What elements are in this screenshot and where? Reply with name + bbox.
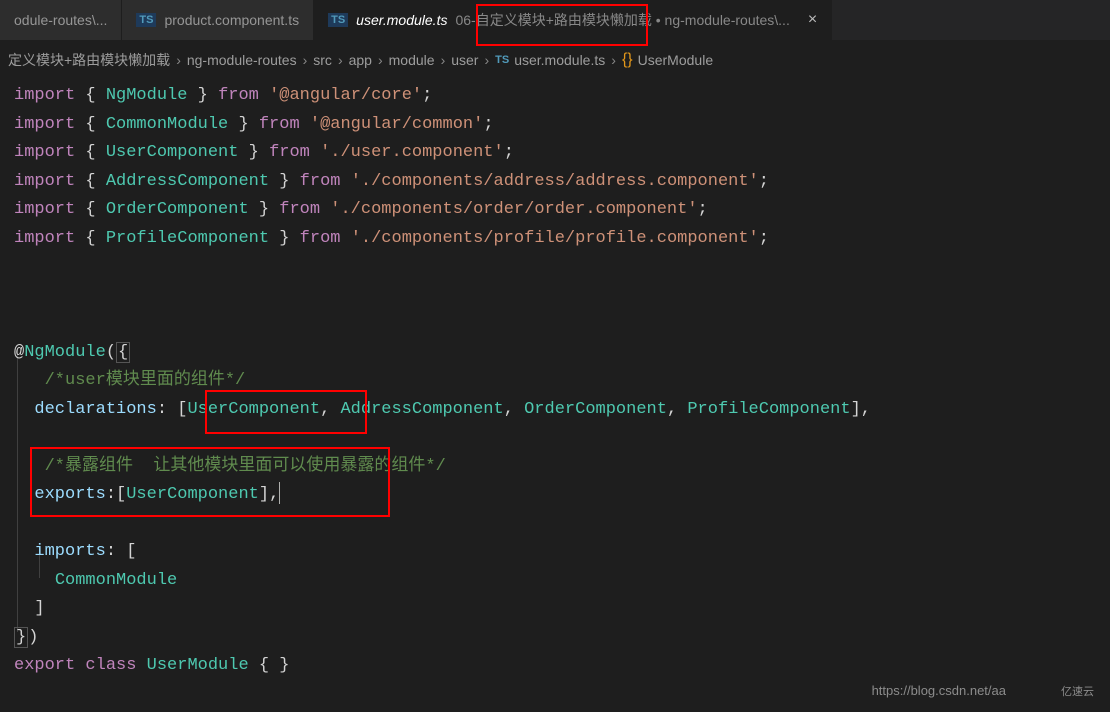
chevron-right-icon: › bbox=[176, 52, 181, 68]
crumb[interactable]: 定义模块+路由模块懒加载 bbox=[8, 50, 170, 70]
code-line: import { NgModule } from '@angular/core'… bbox=[14, 82, 1096, 111]
code-line: /*user模块里面的组件*/ bbox=[14, 367, 1096, 396]
crumb-file[interactable]: TSuser.module.ts bbox=[495, 52, 605, 68]
code-line: exports:[UserComponent], bbox=[14, 481, 1096, 510]
class-icon: {} bbox=[622, 51, 633, 69]
chevron-right-icon: › bbox=[484, 52, 489, 68]
crumb[interactable]: src bbox=[313, 52, 332, 68]
crumb[interactable]: app bbox=[349, 52, 372, 68]
code-line: imports: [ bbox=[14, 538, 1096, 567]
crumb[interactable]: ng-module-routes bbox=[187, 52, 297, 68]
crumb-symbol[interactable]: {}UserModule bbox=[622, 51, 713, 69]
watermark-brand: 亿速云 bbox=[1061, 683, 1094, 699]
chevron-right-icon: › bbox=[441, 52, 446, 68]
chevron-right-icon: › bbox=[378, 52, 383, 68]
code-line: import { AddressComponent } from './comp… bbox=[14, 168, 1096, 197]
crumb[interactable]: user bbox=[451, 52, 478, 68]
editor[interactable]: import { NgModule } from '@angular/core'… bbox=[0, 74, 1110, 689]
code-line: CommonModule bbox=[14, 567, 1096, 596]
watermark-text: https://blog.csdn.net/aa bbox=[872, 683, 1006, 698]
breadcrumb[interactable]: 定义模块+路由模块懒加载 › ng-module-routes › src › … bbox=[0, 46, 1110, 74]
crumb[interactable]: module bbox=[389, 52, 435, 68]
chevron-right-icon: › bbox=[611, 52, 616, 68]
code-line: ] bbox=[14, 595, 1096, 624]
chevron-right-icon: › bbox=[338, 52, 343, 68]
code-line: @NgModule({ bbox=[14, 339, 1096, 368]
code-line: declarations: [UserComponent, AddressCom… bbox=[14, 396, 1096, 425]
tab-user-module[interactable]: TS user.module.ts 06-自定义模块+路由模块懒加载 • ng-… bbox=[314, 0, 832, 40]
code-line: /*暴露组件 让其他模块里面可以使用暴露的组件*/ bbox=[14, 453, 1096, 482]
code-line: }) bbox=[14, 624, 1096, 653]
tab-bar: odule-routes\... TS product.component.ts… bbox=[0, 0, 1110, 40]
tab-label: odule-routes\... bbox=[14, 12, 107, 28]
tab-label: user.module.ts bbox=[356, 12, 447, 28]
tab-partial[interactable]: odule-routes\... bbox=[0, 0, 122, 40]
chevron-right-icon: › bbox=[303, 52, 308, 68]
code-line: import { CommonModule } from '@angular/c… bbox=[14, 111, 1096, 140]
typescript-icon: TS bbox=[136, 13, 156, 27]
tab-label: product.component.ts bbox=[164, 12, 299, 28]
typescript-icon: TS bbox=[328, 13, 348, 27]
tab-description: 06-自定义模块+路由模块懒加载 • ng-module-routes\... bbox=[455, 10, 789, 30]
code-line: import { ProfileComponent } from './comp… bbox=[14, 225, 1096, 254]
code-line: export class UserModule { } bbox=[14, 652, 1096, 681]
close-icon[interactable]: × bbox=[808, 11, 817, 29]
tab-product[interactable]: TS product.component.ts bbox=[122, 0, 314, 40]
typescript-icon: TS bbox=[495, 54, 509, 66]
code-line: import { UserComponent } from './user.co… bbox=[14, 139, 1096, 168]
code-line: import { OrderComponent } from './compon… bbox=[14, 196, 1096, 225]
text-cursor bbox=[279, 482, 280, 504]
